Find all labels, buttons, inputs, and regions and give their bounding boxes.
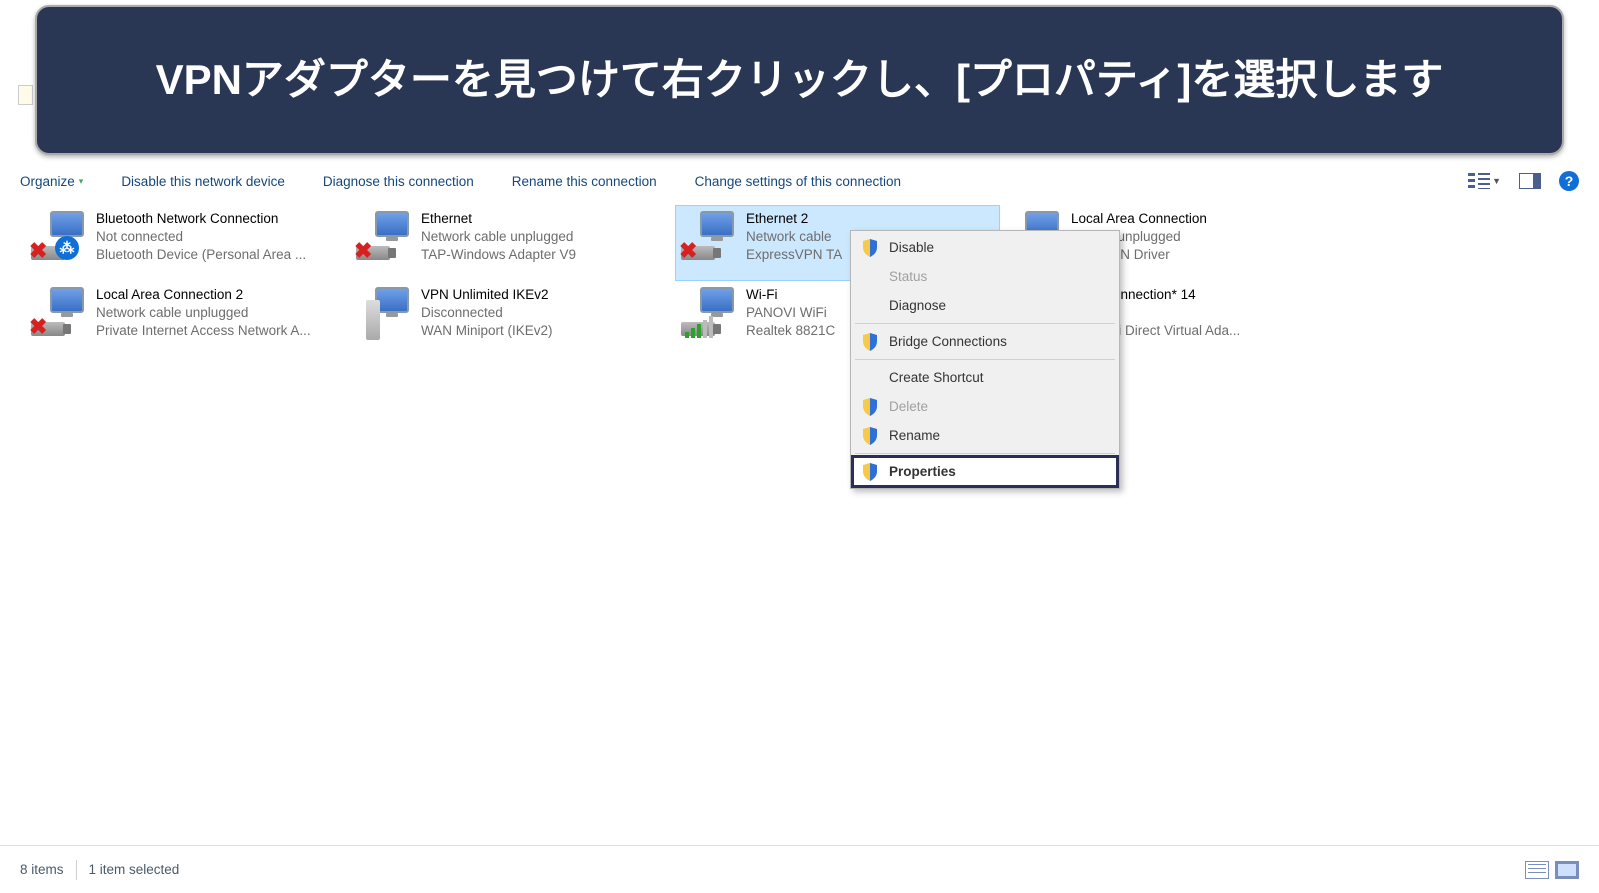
adapter-status: Network cable unplugged xyxy=(421,228,576,246)
adapter-name: Bluetooth Network Connection xyxy=(96,210,306,228)
preview-pane-button[interactable] xyxy=(1519,173,1541,189)
context-item-delete: Delete xyxy=(853,392,1117,421)
instruction-banner: VPNアダプターを見つけて右クリックし、[プロパティ]を選択します xyxy=(35,5,1564,155)
adapter-device: Bluetooth Device (Personal Area ... xyxy=(96,246,306,264)
adapter-name: VPN Unlimited IKEv2 xyxy=(421,286,553,304)
adapter-name: Ethernet 2 xyxy=(746,210,842,228)
adapter-status: Disconnected xyxy=(421,304,553,322)
shield-icon xyxy=(861,398,879,416)
context-item-label: Bridge Connections xyxy=(889,334,1007,349)
adapter-status: Network cable xyxy=(746,228,842,246)
adapter-text: Wi-FiPANOVI WiFiRealtek 8821C xyxy=(746,285,835,353)
adapter-name: Local Area Connection xyxy=(1071,210,1207,228)
diagnose-button[interactable]: Diagnose this connection xyxy=(323,174,474,189)
context-item-label: Properties xyxy=(889,464,956,479)
adapter-item[interactable]: ✖Local Area Connection 2Network cable un… xyxy=(25,281,350,357)
context-separator xyxy=(855,453,1115,454)
adapter-text: EthernetNetwork cable unpluggedTAP-Windo… xyxy=(421,209,576,277)
rename-button[interactable]: Rename this connection xyxy=(512,174,657,189)
address-bar-fragment xyxy=(18,85,33,105)
adapter-status: PANOVI WiFi xyxy=(746,304,835,322)
organize-menu[interactable]: Organize xyxy=(20,174,83,189)
adapter-item[interactable]: ✖⁂Bluetooth Network ConnectionNot connec… xyxy=(25,205,350,281)
adapter-text: Local Area Connection 2Network cable unp… xyxy=(96,285,311,353)
disable-device-button[interactable]: Disable this network device xyxy=(121,174,285,189)
instruction-text: VPNアダプターを見つけて右クリックし、[プロパティ]を選択します xyxy=(156,53,1444,108)
command-bar-left: Organize Disable this network device Dia… xyxy=(20,174,901,189)
adapter-icon: ✖ xyxy=(681,209,736,264)
chevron-down-icon: ▼ xyxy=(1492,176,1501,186)
context-item-create-shortcut[interactable]: Create Shortcut xyxy=(853,363,1117,392)
status-selection: 1 item selected xyxy=(89,862,180,877)
shield-icon xyxy=(861,297,879,315)
adapter-device: Private Internet Access Network A... xyxy=(96,322,311,340)
context-item-label: Rename xyxy=(889,428,940,443)
context-item-rename[interactable]: Rename xyxy=(853,421,1117,450)
status-separator xyxy=(76,860,77,880)
view-large-icon[interactable] xyxy=(1525,861,1549,879)
adapter-text: Ethernet 2Network cableExpressVPN TA xyxy=(746,209,842,277)
adapter-name: Ethernet xyxy=(421,210,576,228)
context-item-label: Disable xyxy=(889,240,934,255)
adapter-name: Local Area Connection 2 xyxy=(96,286,311,304)
context-item-disable[interactable]: Disable xyxy=(853,233,1117,262)
command-bar: Organize Disable this network device Dia… xyxy=(0,166,1599,196)
adapter-device: WAN Miniport (IKEv2) xyxy=(421,322,553,340)
adapter-item[interactable]: ✖EthernetNetwork cable unpluggedTAP-Wind… xyxy=(350,205,675,281)
adapter-text: VPN Unlimited IKEv2DisconnectedWAN Minip… xyxy=(421,285,553,353)
adapter-device: Realtek 8821C xyxy=(746,322,835,340)
shield-icon xyxy=(861,268,879,286)
adapter-text: Bluetooth Network ConnectionNot connecte… xyxy=(96,209,306,277)
context-item-label: Diagnose xyxy=(889,298,946,313)
context-item-properties[interactable]: Properties xyxy=(853,457,1117,486)
shield-icon xyxy=(861,333,879,351)
context-item-status: Status xyxy=(853,262,1117,291)
adapter-icon xyxy=(681,285,736,340)
adapter-name: Wi-Fi xyxy=(746,286,835,304)
shield-icon xyxy=(861,427,879,445)
view-options-button[interactable]: ▼ xyxy=(1468,173,1501,189)
change-settings-button[interactable]: Change settings of this connection xyxy=(695,174,901,189)
status-item-count: 8 items xyxy=(20,862,64,877)
adapter-icon xyxy=(356,285,411,340)
status-view-icons xyxy=(1525,861,1579,879)
context-separator xyxy=(855,359,1115,360)
context-item-label: Delete xyxy=(889,399,928,414)
shield-icon xyxy=(861,369,879,387)
command-bar-right: ▼ ? xyxy=(1468,171,1579,191)
view-list-icon xyxy=(1468,173,1490,189)
adapters-area: ✖⁂Bluetooth Network ConnectionNot connec… xyxy=(25,205,1574,833)
help-icon[interactable]: ? xyxy=(1559,171,1579,191)
view-details-icon[interactable] xyxy=(1555,861,1579,879)
adapter-icon: ✖ xyxy=(356,209,411,264)
context-separator xyxy=(855,323,1115,324)
context-item-bridge-connections[interactable]: Bridge Connections xyxy=(853,327,1117,356)
status-bar: 8 items 1 item selected xyxy=(0,845,1599,893)
context-item-label: Create Shortcut xyxy=(889,370,984,385)
context-item-label: Status xyxy=(889,269,927,284)
adapter-icon: ✖ xyxy=(31,285,86,340)
adapter-status: Not connected xyxy=(96,228,306,246)
adapter-icon: ✖⁂ xyxy=(31,209,86,264)
context-item-diagnose[interactable]: Diagnose xyxy=(853,291,1117,320)
shield-icon xyxy=(861,463,879,481)
adapter-item[interactable]: VPN Unlimited IKEv2DisconnectedWAN Minip… xyxy=(350,281,675,357)
context-menu: Disable Status Diagnose Bridge Connections C… xyxy=(850,230,1120,489)
adapter-device: TAP-Windows Adapter V9 xyxy=(421,246,576,264)
adapter-status: Network cable unplugged xyxy=(96,304,311,322)
shield-icon xyxy=(861,239,879,257)
adapter-device: ExpressVPN TA xyxy=(746,246,842,264)
